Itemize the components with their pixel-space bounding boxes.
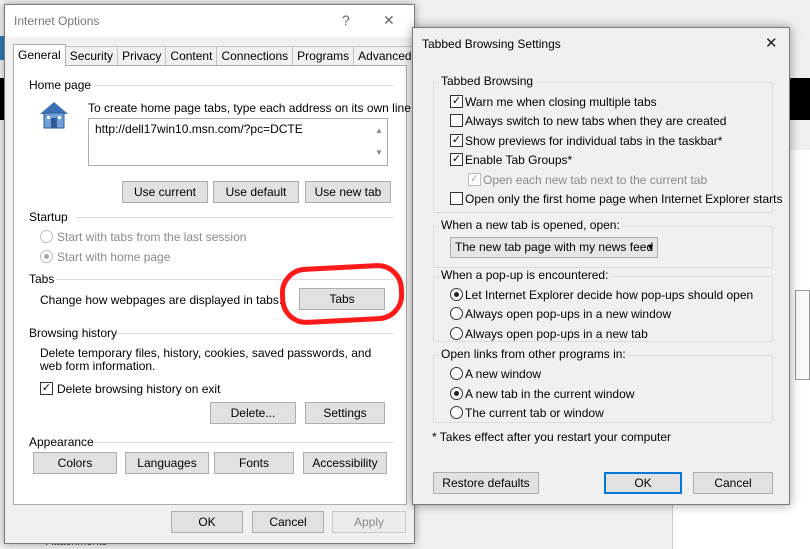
highlight-circle-annotation: [278, 261, 406, 327]
title-bar: Internet Options ? ✕: [5, 5, 414, 37]
new-tab-dropdown[interactable]: The new tab page with my news feed ▾: [450, 237, 658, 258]
browsing-history-group-label: Browsing history: [29, 326, 118, 340]
close-button[interactable]: ✕: [765, 34, 778, 52]
tabs-group-label: Tabs: [29, 272, 55, 286]
tab-strip: General Security Privacy Content Connect…: [13, 44, 417, 66]
warn-closing-checkbox[interactable]: ✓: [450, 95, 463, 108]
new-tab-group-label: When a new tab is opened, open:: [439, 218, 622, 232]
divider: [76, 217, 394, 218]
history-settings-button[interactable]: Settings: [305, 402, 385, 424]
links-new-window-radio[interactable]: [450, 367, 463, 380]
colors-button[interactable]: Colors: [33, 452, 117, 474]
popup-group-label: When a pop-up is encountered:: [439, 268, 611, 282]
first-home-only-label: Open only the first home page when Inter…: [465, 192, 783, 206]
open-next-label: Open each new tab next to the current ta…: [483, 173, 708, 187]
links-new-tab-radio[interactable]: [450, 387, 463, 400]
always-switch-checkbox[interactable]: [450, 114, 463, 127]
links-new-tab-label: A new tab in the current window: [465, 387, 635, 401]
fonts-button[interactable]: Fonts: [214, 452, 294, 474]
new-tab-selected-value: The new tab page with my news feed: [455, 240, 654, 254]
tab-connections[interactable]: Connections: [216, 46, 294, 66]
startup-last-session-radio[interactable]: [40, 230, 53, 243]
window-title: Tabbed Browsing Settings: [422, 37, 561, 51]
enable-tab-groups-label: Enable Tab Groups*: [465, 153, 573, 167]
window-title: Internet Options: [14, 14, 100, 28]
house-icon: [40, 102, 68, 129]
popup-new-tab-label: Always open pop-ups in a new tab: [465, 327, 648, 341]
popup-ie-decide-radio[interactable]: [450, 288, 463, 301]
home-page-group-label: Home page: [29, 78, 92, 92]
tab-security[interactable]: Security: [64, 46, 119, 66]
home-page-url-value: http://dell17win10.msn.com/?pc=DCTE: [95, 122, 303, 136]
close-button[interactable]: ✕: [383, 12, 395, 29]
appearance-group-label: Appearance: [29, 435, 94, 449]
links-current-tab-label: The current tab or window: [465, 406, 604, 420]
apply-button[interactable]: Apply: [332, 511, 406, 533]
tab-privacy[interactable]: Privacy: [117, 46, 167, 66]
startup-home-page-radio[interactable]: [40, 250, 53, 263]
accessibility-button[interactable]: Accessibility: [303, 452, 387, 474]
popup-new-window-radio[interactable]: [450, 307, 463, 320]
tab-general[interactable]: General: [13, 44, 66, 66]
delete-on-exit-label: Delete browsing history on exit: [57, 382, 221, 396]
ok-button[interactable]: OK: [604, 472, 682, 494]
divider: [94, 85, 394, 86]
restart-footnote: * Takes effect after you restart your co…: [432, 430, 672, 444]
links-new-window-label: A new window: [465, 367, 542, 381]
tabbed-browsing-settings-window: Tabbed Browsing Settings ✕ Tabbed Browsi…: [412, 27, 790, 505]
background-grid: [795, 290, 810, 380]
startup-home-page-label: Start with home page: [57, 250, 171, 264]
tab-programs[interactable]: Programs: [292, 46, 355, 66]
warn-closing-label: Warn me when closing multiple tabs: [465, 95, 657, 109]
popup-new-window-label: Always open pop-ups in a new window: [465, 307, 672, 321]
divider: [94, 442, 394, 443]
tabs-description: Change how webpages are displayed in tab…: [40, 293, 283, 307]
popup-new-tab-radio[interactable]: [450, 327, 463, 340]
tabbed-browsing-group-label: Tabbed Browsing: [439, 74, 536, 88]
always-switch-label: Always switch to new tabs when they are …: [465, 114, 727, 128]
use-default-button[interactable]: Use default: [213, 181, 299, 203]
links-current-tab-radio[interactable]: [450, 406, 463, 419]
startup-last-session-label: Start with tabs from the last session: [57, 230, 247, 244]
delete-history-button[interactable]: Delete...: [210, 402, 296, 424]
restore-defaults-button[interactable]: Restore defaults: [433, 472, 539, 494]
help-button[interactable]: ?: [342, 12, 350, 28]
use-new-tab-button[interactable]: Use new tab: [305, 181, 391, 203]
open-next-checkbox[interactable]: ✓: [468, 173, 481, 186]
enable-tab-groups-checkbox[interactable]: ✓: [450, 153, 463, 166]
chevron-down-icon: ▾: [647, 242, 653, 253]
tab-content[interactable]: Content: [165, 46, 218, 66]
use-current-button[interactable]: Use current: [122, 181, 208, 203]
tab-advanced[interactable]: Advanced: [353, 46, 417, 66]
home-page-description: To create home page tabs, type each addr…: [88, 101, 415, 115]
browsing-history-description: Delete temporary files, history, cookies…: [40, 346, 372, 373]
cancel-button[interactable]: Cancel: [693, 472, 773, 494]
popup-ie-decide-label: Let Internet Explorer decide how pop-ups…: [465, 288, 754, 302]
links-group-label: Open links from other programs in:: [439, 347, 628, 361]
cancel-button[interactable]: Cancel: [252, 511, 324, 533]
textbox-scrollbar[interactable]: ▲ ▼: [372, 120, 386, 164]
ok-button[interactable]: OK: [171, 511, 243, 533]
show-previews-checkbox[interactable]: ✓: [450, 134, 463, 147]
show-previews-label: Show previews for individual tabs in the…: [465, 134, 723, 148]
delete-on-exit-checkbox[interactable]: ✓: [40, 382, 53, 395]
divider: [116, 333, 394, 334]
languages-button[interactable]: Languages: [125, 452, 209, 474]
first-home-only-checkbox[interactable]: [450, 192, 463, 205]
startup-group-label: Startup: [29, 210, 68, 224]
home-page-url-input[interactable]: http://dell17win10.msn.com/?pc=DCTE ▲ ▼: [88, 118, 388, 166]
